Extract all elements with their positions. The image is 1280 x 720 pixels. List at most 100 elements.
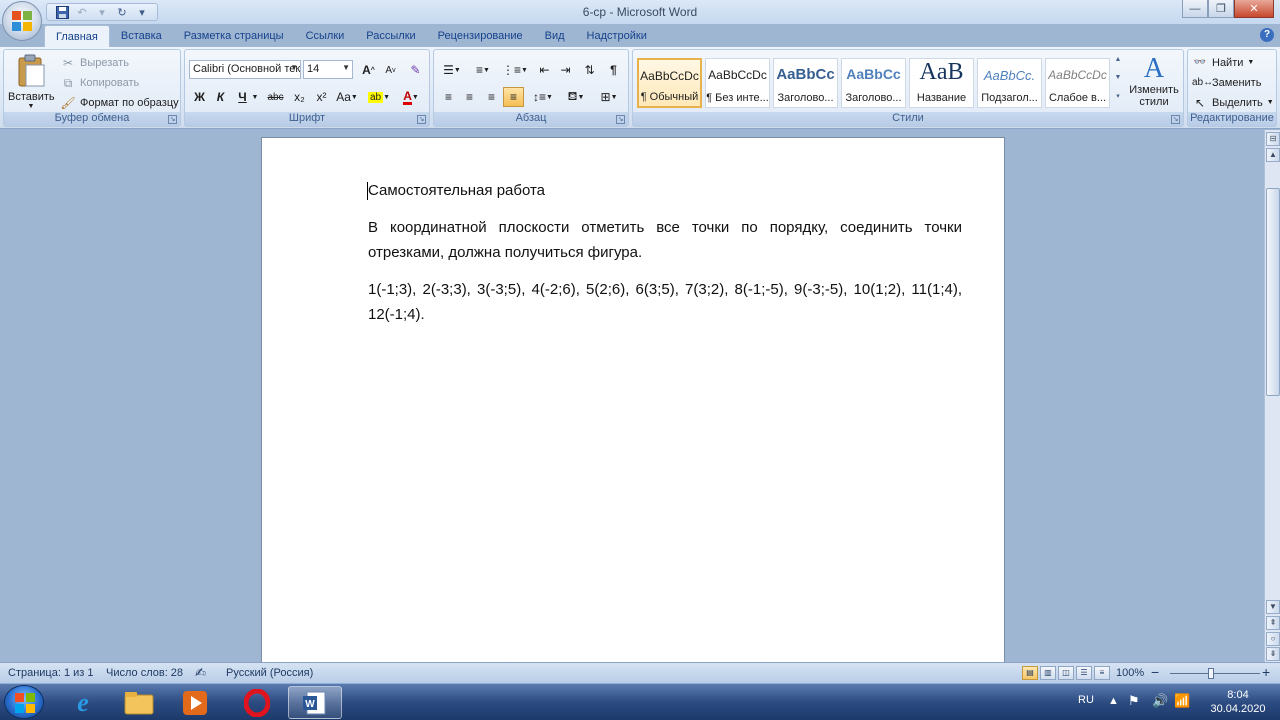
tab-mailings[interactable]: Рассылки xyxy=(355,25,426,47)
align-left-button[interactable]: ≡ xyxy=(438,87,459,107)
proofing-icon[interactable]: ✍ xyxy=(195,665,206,681)
scroll-thumb[interactable] xyxy=(1266,188,1280,396)
tab-review[interactable]: Рецензирование xyxy=(427,25,534,47)
change-styles-button[interactable]: A Изменить стили xyxy=(1127,54,1181,112)
tab-home[interactable]: Главная xyxy=(44,25,110,47)
scroll-up-icon[interactable]: ▲ xyxy=(1266,148,1280,162)
network-icon[interactable]: 📶 xyxy=(1174,693,1190,720)
paste-button[interactable]: Вставить ▼ xyxy=(8,52,55,112)
borders-button[interactable]: ⊞ ▼ xyxy=(594,87,624,107)
font-launcher-icon[interactable]: ↘ xyxy=(417,115,426,124)
print-layout-view-icon[interactable]: ▤ xyxy=(1022,666,1038,680)
action-center-icon[interactable]: ⚑ xyxy=(1128,693,1140,720)
styles-more-icon[interactable]: ▾ xyxy=(1112,92,1124,110)
volume-icon[interactable]: 🔊 xyxy=(1152,693,1168,720)
justify-button[interactable]: ≡ xyxy=(503,87,524,107)
draft-view-icon[interactable]: ≡ xyxy=(1094,666,1110,680)
previous-page-icon[interactable]: ⇞ xyxy=(1266,616,1280,630)
underline-dropdown-icon[interactable]: ▼ xyxy=(250,87,260,107)
multilevel-list-button[interactable]: ⋮≡ ▼ xyxy=(501,60,529,80)
word-count[interactable]: Число слов: 28 xyxy=(106,667,183,679)
style-heading-1[interactable]: AaBbCc Заголово... xyxy=(773,58,838,108)
increase-indent-button[interactable]: ⇥ xyxy=(555,60,576,80)
full-screen-reading-view-icon[interactable]: ▥ xyxy=(1040,666,1056,680)
taskbar-word[interactable]: W xyxy=(288,686,342,719)
bullets-button[interactable]: ☰ ▼ xyxy=(438,60,466,80)
next-page-icon[interactable]: ⇟ xyxy=(1266,647,1280,661)
style-subtle-emphasis[interactable]: AaBbCcDc Слабое в... xyxy=(1045,58,1110,108)
select-button[interactable]: ↖ Выделить ▼ xyxy=(1192,93,1274,112)
decrease-indent-button[interactable]: ⇤ xyxy=(534,60,555,80)
tab-insert[interactable]: Вставка xyxy=(110,25,173,47)
italic-button[interactable]: К xyxy=(210,87,231,107)
grow-font-button[interactable]: A ^ xyxy=(358,60,379,80)
strikethrough-button[interactable]: abc xyxy=(265,87,286,107)
style-title[interactable]: AaB Название xyxy=(909,58,974,108)
vertical-scrollbar[interactable]: ⊟ ▲ ▼ ⇞ ○ ⇟ xyxy=(1264,130,1280,662)
align-right-button[interactable]: ≡ xyxy=(481,87,502,107)
styles-scroll-down-icon[interactable]: ▼ xyxy=(1112,74,1124,92)
tab-references[interactable]: Ссылки xyxy=(295,25,356,47)
close-button[interactable]: ✕ xyxy=(1234,0,1274,18)
replace-button[interactable]: ab↔ Заменить xyxy=(1192,73,1261,92)
document-page[interactable]: Самостоятельная работа В координатной пл… xyxy=(261,137,1005,662)
start-button[interactable] xyxy=(4,685,44,719)
change-case-button[interactable]: Aa ▼ xyxy=(334,87,360,107)
subscript-button[interactable]: x₂ xyxy=(289,87,310,107)
clipboard-launcher-icon[interactable]: ↘ xyxy=(168,115,177,124)
numbering-button[interactable]: ≡ ▼ xyxy=(469,60,497,80)
document-heading[interactable]: Самостоятельная работа xyxy=(368,178,962,203)
tab-page-layout[interactable]: Разметка страницы xyxy=(173,25,295,47)
scroll-down-icon[interactable]: ▼ xyxy=(1266,600,1280,614)
office-button[interactable] xyxy=(2,1,42,41)
web-layout-view-icon[interactable]: ◫ xyxy=(1058,666,1074,680)
tab-addins[interactable]: Надстройки xyxy=(576,25,658,47)
help-icon[interactable]: ? xyxy=(1260,28,1274,42)
taskbar-internet-explorer[interactable]: e xyxy=(56,686,110,719)
minimize-button[interactable]: — xyxy=(1182,0,1208,18)
language-indicator[interactable]: Русский (Россия) xyxy=(226,667,313,679)
tab-view[interactable]: Вид xyxy=(534,25,576,47)
zoom-level[interactable]: 100% xyxy=(1116,667,1144,679)
ruler-toggle-icon[interactable]: ⊟ xyxy=(1266,132,1280,146)
outline-view-icon[interactable]: ☰ xyxy=(1076,666,1092,680)
clear-formatting-button[interactable]: ✎ xyxy=(405,60,426,80)
document-paragraph-2[interactable]: 1(-1;3), 2(-3;3), 3(-3;5), 4(-2;6), 5(2;… xyxy=(368,277,962,327)
show-hidden-icons-icon[interactable]: ▲ xyxy=(1108,695,1119,720)
zoom-out-icon[interactable]: − xyxy=(1151,664,1159,680)
paragraph-launcher-icon[interactable]: ↘ xyxy=(616,115,625,124)
cut-button[interactable]: ✂ Вырезать xyxy=(60,53,129,72)
zoom-slider-track[interactable] xyxy=(1170,673,1260,674)
maximize-button[interactable]: ❐ xyxy=(1208,0,1234,18)
highlight-button[interactable]: ab ▼ xyxy=(364,87,394,107)
font-name-combo[interactable]: Calibri (Основной текст) ▼ xyxy=(189,60,301,79)
copy-button[interactable]: ⧉ Копировать xyxy=(60,73,140,92)
shading-button[interactable]: ⛾ ▼ xyxy=(562,87,590,107)
shrink-font-button[interactable]: Av xyxy=(380,60,401,80)
styles-scroll-up-icon[interactable]: ▲ xyxy=(1112,56,1124,74)
align-center-button[interactable]: ≡ xyxy=(459,87,480,107)
font-color-button[interactable]: А ▼ xyxy=(396,87,426,107)
style-subtitle[interactable]: AaBbCc. Подзагол... xyxy=(977,58,1042,108)
zoom-slider-thumb[interactable] xyxy=(1208,668,1214,679)
sort-button[interactable]: ⇅ xyxy=(579,60,600,80)
style-no-spacing[interactable]: AaBbCcDc ¶ Без инте... xyxy=(705,58,770,108)
taskbar-opera[interactable] xyxy=(230,686,284,719)
format-painter-button[interactable]: 🖌 Формат по образцу xyxy=(60,93,178,112)
taskbar-media-player[interactable] xyxy=(168,686,222,719)
find-button[interactable]: 👓 Найти ▼ xyxy=(1192,53,1255,72)
line-spacing-button[interactable]: ↕≡ ▼ xyxy=(529,87,557,107)
input-language[interactable]: RU xyxy=(1078,694,1094,720)
style-normal[interactable]: AaBbCcDc ¶ Обычный xyxy=(637,58,702,108)
font-size-combo[interactable]: 14 ▼ xyxy=(303,60,353,79)
browse-object-icon[interactable]: ○ xyxy=(1266,632,1280,646)
bold-button[interactable]: Ж xyxy=(189,87,210,107)
style-heading-2[interactable]: AaBbCc Заголово... xyxy=(841,58,906,108)
superscript-button[interactable]: x² xyxy=(311,87,332,107)
zoom-in-icon[interactable]: + xyxy=(1262,664,1270,680)
taskbar-explorer[interactable] xyxy=(112,686,166,719)
clock[interactable]: 8:04 30.04.2020 xyxy=(1208,689,1268,720)
document-paragraph-1[interactable]: В координатной плоскости отметить все то… xyxy=(368,215,962,265)
show-marks-button[interactable]: ¶ xyxy=(603,60,624,80)
page-count[interactable]: Страница: 1 из 1 xyxy=(8,667,94,679)
